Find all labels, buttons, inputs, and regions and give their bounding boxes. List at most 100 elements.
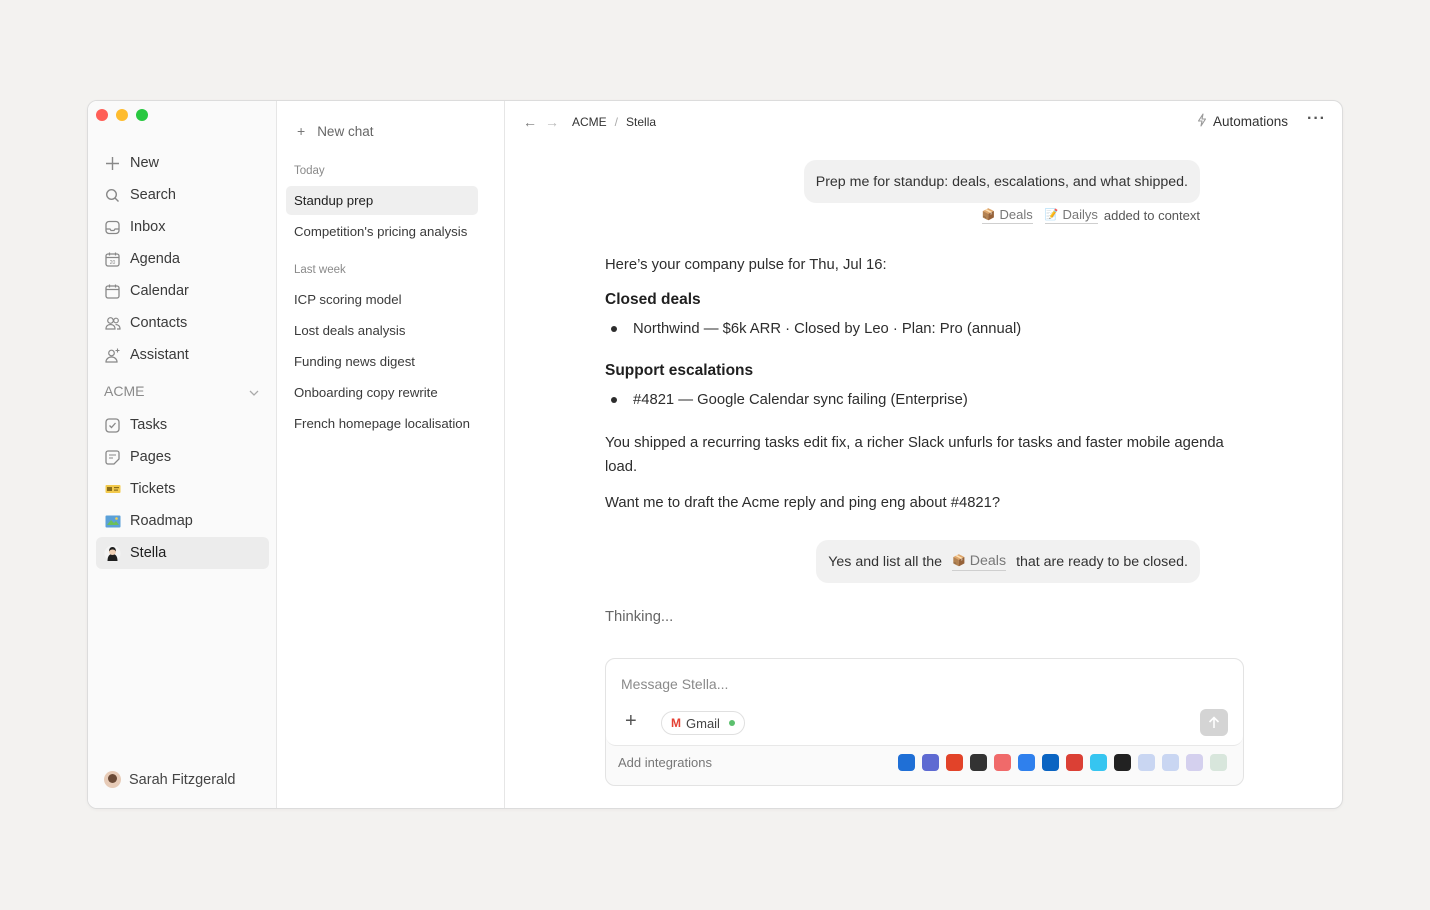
check-square-icon (104, 417, 121, 434)
chat-item[interactable]: Competition's pricing analysis (286, 217, 478, 246)
user-message-text: Prep me for standup: deals, escalations,… (815, 173, 1188, 190)
gmail-icon: M (671, 716, 681, 730)
maximize-window-button[interactable] (136, 109, 148, 121)
sidebar-item-label: Inbox (130, 219, 166, 235)
chevron-down-icon[interactable] (249, 383, 259, 399)
user-message-text: that are ready to be closed. (1016, 553, 1188, 570)
contacts-icon (104, 315, 121, 332)
new-chat-label: New chat (317, 123, 374, 139)
list-item: Northwind — $6k ARR · Closed by Leo · Pl… (605, 321, 1245, 337)
send-button[interactable] (1200, 709, 1228, 736)
sidebar-item-contacts[interactable]: Contacts (96, 307, 269, 339)
breadcrumb-workspace[interactable]: ACME (572, 115, 607, 129)
box-emoji-icon: 📦 (981, 209, 996, 221)
context-chip-dailys[interactable]: 📝 Dailys (1044, 207, 1098, 224)
linear-icon[interactable] (922, 754, 939, 771)
sidebar-item-label: Tickets (130, 481, 176, 497)
chat-item[interactable]: ICP scoring model (286, 285, 478, 314)
whatsapp-faded-icon[interactable] (1210, 754, 1227, 771)
new-chat-button[interactable]: + New chat (297, 123, 373, 139)
slack-icon[interactable] (1090, 754, 1107, 771)
trello-icon[interactable] (898, 754, 915, 771)
plus-icon (104, 155, 121, 172)
breadcrumb: ACME / Stella (572, 115, 656, 129)
sidebar: New Search Inbox 20 Agenda Calendar Cont… (88, 101, 277, 808)
sidebar-item-inbox[interactable]: Inbox (96, 211, 269, 243)
chat-item[interactable]: Funding news digest (286, 347, 478, 376)
zapier-icon[interactable] (970, 754, 987, 771)
todoist-icon[interactable] (1066, 754, 1083, 771)
escalation-text: #4821 — Google Calendar sync failing (En… (633, 392, 968, 408)
close-window-button[interactable] (96, 109, 108, 121)
sidebar-item-label: Search (130, 187, 176, 203)
user-profile[interactable]: Sarah Fitzgerald (104, 771, 235, 788)
outlook-icon[interactable] (1042, 754, 1059, 771)
forward-arrow-icon[interactable]: → (545, 114, 559, 130)
integration-faded-3-icon[interactable] (1186, 754, 1203, 771)
inbox-icon (104, 219, 121, 236)
bullet-icon (611, 326, 617, 332)
chip-label: Dailys (1062, 207, 1098, 222)
breadcrumb-current[interactable]: Stella (626, 115, 656, 129)
chip-label: Deals (999, 207, 1033, 222)
sidebar-item-calendar[interactable]: Calendar (96, 275, 269, 307)
assistant-question: Want me to draft the Acme reply and ping… (605, 495, 1001, 511)
integration-faded-2-icon[interactable] (1162, 754, 1179, 771)
sidebar-item-label: Tasks (130, 417, 168, 433)
calendar-icon (104, 283, 121, 300)
chat-item[interactable]: French homepage localisation (286, 409, 478, 438)
svg-text:20: 20 (110, 260, 116, 266)
sidebar-item-roadmap[interactable]: Roadmap (96, 505, 269, 537)
add-integrations-link[interactable]: Add integrations (618, 755, 712, 770)
user-name: Sarah Fitzgerald (129, 771, 236, 788)
todoist-check-icon[interactable] (1018, 754, 1035, 771)
sidebar-item-new[interactable]: New (96, 147, 269, 179)
group-label-last-week: Last week (294, 264, 346, 276)
sidebar-item-label: Pages (130, 449, 172, 465)
gmail-label: Gmail (686, 715, 720, 731)
plus-icon: + (297, 123, 306, 139)
workspace-section-header[interactable]: ACME (96, 373, 269, 409)
sidebar-item-search[interactable]: Search (96, 179, 269, 211)
github-icon[interactable] (1114, 754, 1131, 771)
minimize-window-button[interactable] (116, 109, 128, 121)
sidebar-item-tickets[interactable]: Tickets (96, 473, 269, 505)
chat-list-panel: + New chat Today Standup prep Competitio… (277, 101, 505, 808)
sidebar-item-label: Assistant (130, 347, 189, 363)
bullet-icon (611, 397, 617, 403)
map-emoji-icon (104, 513, 121, 530)
sidebar-item-agenda[interactable]: 20 Agenda (96, 243, 269, 275)
sidebar-item-label: Stella (130, 545, 167, 561)
integration-faded-1-icon[interactable] (1138, 754, 1155, 771)
app-window: New Search Inbox 20 Agenda Calendar Cont… (87, 100, 1343, 809)
more-options-button[interactable]: ··· (1307, 110, 1326, 128)
support-escalations-heading: Support escalations (605, 362, 754, 379)
chat-item[interactable]: Standup prep (286, 186, 478, 215)
message-composer: + M Gmail Add integrations (605, 658, 1244, 786)
back-arrow-icon[interactable]: ← (523, 114, 537, 130)
integration-icons (898, 754, 1227, 771)
chat-item[interactable]: Onboarding copy rewrite (286, 378, 478, 407)
context-chip-deals[interactable]: 📦 Deals (981, 207, 1033, 224)
automations-button[interactable]: Automations (1197, 113, 1288, 130)
sidebar-item-pages[interactable]: Pages (96, 441, 269, 473)
asana-icon[interactable] (994, 754, 1011, 771)
box-emoji-icon: 📦 (952, 555, 966, 567)
connected-status-dot (728, 720, 735, 726)
sidebar-item-tasks[interactable]: Tasks (96, 409, 269, 441)
user-message: Yes and list all the 📦 Deals that are re… (816, 540, 1200, 583)
agenda-calendar-icon: 20 (104, 251, 121, 268)
gitlab-icon[interactable] (946, 754, 963, 771)
sidebar-item-label: Roadmap (130, 513, 193, 529)
inline-chip-deals[interactable]: 📦 Deals (952, 552, 1007, 571)
message-input[interactable] (621, 676, 1201, 692)
gmail-integration-pill[interactable]: M Gmail (661, 711, 745, 735)
sidebar-item-stella[interactable]: Stella (96, 537, 269, 569)
add-attachment-button[interactable]: + (625, 711, 637, 731)
chat-item[interactable]: Lost deals analysis (286, 316, 478, 345)
sidebar-item-label: New (130, 155, 160, 171)
chip-label: Deals (969, 552, 1007, 569)
composer-input-area: + M Gmail (606, 659, 1243, 746)
sidebar-item-assistant[interactable]: Assistant (96, 339, 269, 371)
search-icon (104, 187, 121, 204)
